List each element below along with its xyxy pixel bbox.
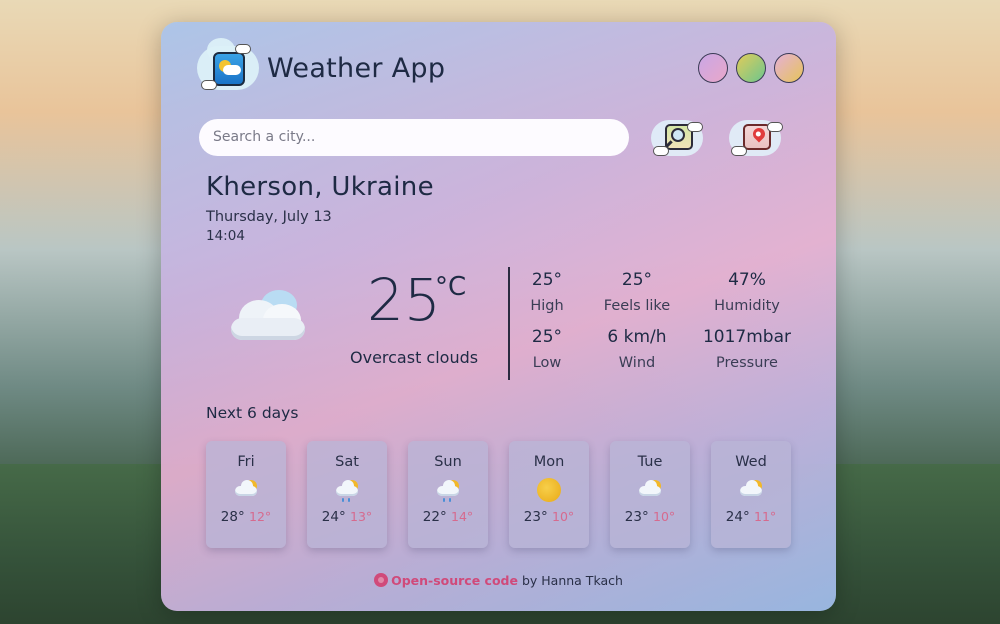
weather-card: Weather App Kherson, Ukraine Thursday, J… [161, 22, 836, 611]
forecast-day-name: Tue [637, 454, 663, 470]
sun-icon [534, 478, 564, 502]
forecast-low: 12° [249, 509, 272, 524]
app-header: Weather App [195, 38, 804, 96]
forecast-high: 24° [321, 509, 346, 525]
forecast-day-name: Mon [533, 454, 565, 470]
source-code-link[interactable]: Open-source code [391, 573, 518, 588]
stat-label: Humidity [714, 298, 780, 314]
weather-description: Overcast clouds [350, 348, 479, 367]
forecast-high: 28° [220, 509, 245, 525]
forecast-low: 11° [754, 509, 777, 524]
city-search-input[interactable] [199, 118, 629, 156]
current-time: 14:04 [206, 228, 245, 244]
sun-rain-icon [332, 478, 362, 502]
stat-value: 6 km/h [607, 327, 667, 347]
current-date: Thursday, July 13 [206, 209, 332, 225]
partly-cloudy-icon [231, 478, 261, 502]
stat-humidity: 47% Humidity [692, 270, 802, 314]
forecast-day-card: Sat 24° 13° [307, 441, 387, 548]
forecast-high: 23° [624, 509, 649, 525]
stat-value: 47% [728, 270, 766, 290]
sun-rain-icon [433, 478, 463, 502]
forecast-high: 23° [523, 509, 548, 525]
forecast-high: 24° [725, 509, 750, 525]
partly-cloudy-icon [736, 478, 766, 502]
forecast-day-card: Mon 23° 10° [509, 441, 589, 548]
stat-label: Wind [618, 355, 656, 371]
forecast-day-card: Sun 22° 14° [408, 441, 488, 548]
forecast-low: 10° [653, 509, 676, 524]
footer: Open-source code by Hanna Tkach [161, 573, 836, 588]
app-logo-icon [195, 38, 263, 96]
temperature-unit: °C [435, 272, 467, 302]
author-credit: by Hanna Tkach [521, 573, 623, 588]
forecast-day-name: Sun [434, 454, 462, 470]
stat-value: 25° [621, 270, 653, 290]
stat-value: 1017mbar [702, 327, 792, 347]
forecast-day-card: Tue 23° 10° [610, 441, 690, 548]
github-icon [374, 573, 389, 587]
forecast-low: 14° [451, 509, 474, 524]
forecast-high: 22° [422, 509, 447, 525]
search-row [199, 117, 796, 157]
current-location-button[interactable] [725, 114, 785, 160]
forecast-low: 10° [552, 509, 575, 524]
overcast-clouds-icon [231, 290, 305, 344]
forecast-day-card: Wed 24° 11° [711, 441, 791, 548]
stat-pressure: 1017mbar Pressure [692, 327, 802, 371]
city-name: Kherson, Ukraine [206, 172, 434, 202]
stat-label: Pressure [716, 355, 778, 371]
forecast-day-name: Wed [735, 454, 767, 470]
partly-cloudy-icon [635, 478, 665, 502]
forecast-heading: Next 6 days [206, 404, 299, 422]
theme-purple-button[interactable] [698, 53, 728, 83]
magnifier-icon [671, 128, 685, 142]
theme-switcher [698, 53, 804, 83]
stat-label: Feels like [603, 298, 671, 314]
theme-gradient-button[interactable] [774, 53, 804, 83]
forecast-low: 13° [350, 509, 373, 524]
stat-wind: 6 km/h Wind [582, 327, 692, 371]
app-title: Weather App [267, 52, 446, 84]
current-temperature: 25 [367, 266, 441, 334]
theme-green-button[interactable] [736, 53, 766, 83]
forecast-list: Fri 28° 12° Sat 24° 13° Sun 22° 14° Mon … [206, 441, 791, 548]
forecast-day-name: Sat [335, 454, 359, 470]
forecast-day-name: Fri [237, 454, 255, 470]
forecast-day-card: Fri 28° 12° [206, 441, 286, 548]
stat-feels-like: 25° Feels like [582, 270, 692, 314]
search-button[interactable] [647, 114, 707, 160]
